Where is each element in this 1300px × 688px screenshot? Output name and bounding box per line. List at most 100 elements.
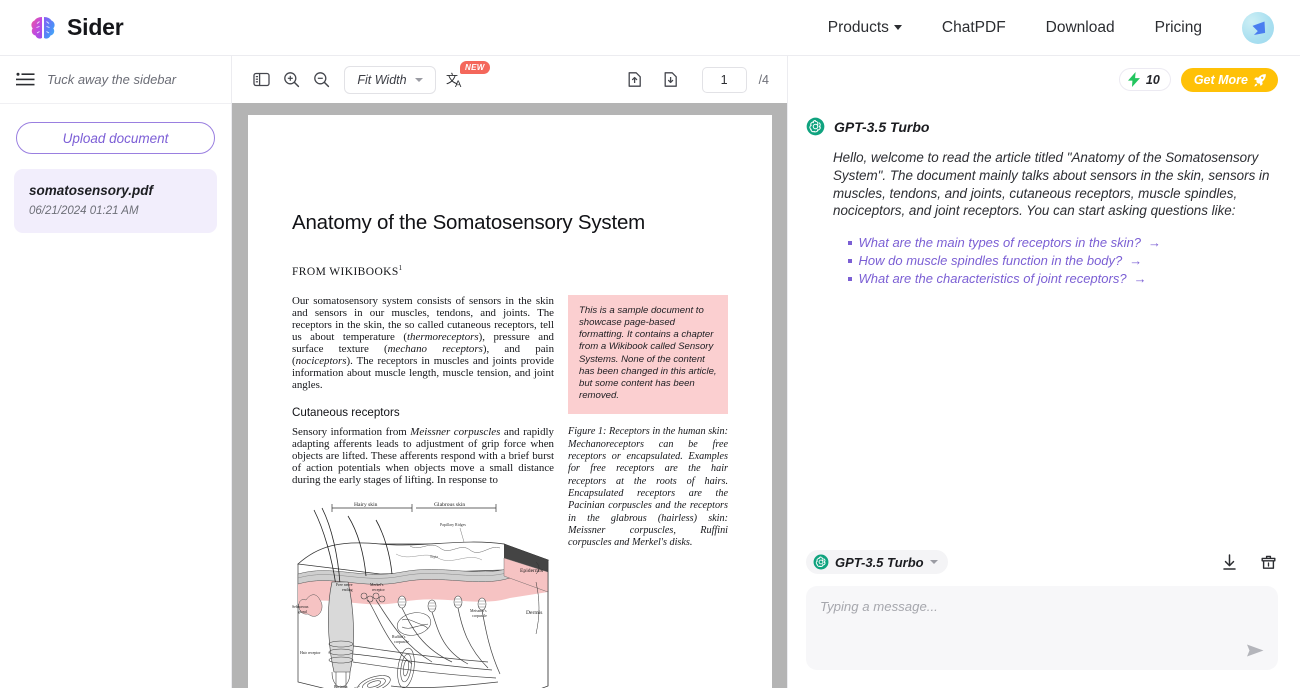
composer-top-row: GPT-3.5 Turbo	[806, 550, 1278, 574]
document-name: somatosensory.pdf	[29, 183, 154, 198]
svg-text:gland: gland	[298, 610, 307, 614]
openai-logo-icon	[813, 554, 829, 570]
message-input-placeholder: Typing a message...	[820, 599, 938, 614]
credits-badge[interactable]: 10	[1118, 68, 1171, 91]
document-source: FROM WIKIBOOKS1	[292, 264, 728, 278]
chat-top-bar: 10 Get More	[788, 56, 1300, 103]
document-title: Anatomy of the Somatosensory System	[292, 211, 646, 234]
svg-text:Merkel's: Merkel's	[370, 583, 384, 587]
message-input[interactable]: Typing a message...	[806, 586, 1278, 670]
assistant-model-name: GPT-3.5 Turbo	[834, 118, 930, 135]
skin-anatomy-figure: Hairy skin Glabrous skin Epidermis Dermi…	[292, 496, 554, 688]
avatar[interactable]	[1242, 11, 1274, 44]
page-number-input[interactable]	[701, 66, 747, 93]
toggle-thumbnails-icon[interactable]	[246, 65, 276, 95]
suggested-question-3[interactable]: What are the characteristics of joint re…	[848, 270, 1278, 288]
nav-item-products[interactable]: Products	[828, 19, 902, 37]
get-more-label: Get More	[1193, 72, 1248, 87]
assistant-message-header: GPT-3.5 Turbo	[806, 117, 1278, 136]
figure-caption: Figure 1: Receptors in the human skin: M…	[568, 426, 728, 549]
model-selector-label: GPT-3.5 Turbo	[835, 554, 924, 570]
assistant-greeting-text: Hello, welcome to read the article title…	[833, 150, 1270, 219]
document-list-item[interactable]: somatosensory.pdf 06/21/2024 01:21 AM	[14, 169, 217, 233]
brand-name: Sider	[67, 14, 124, 40]
upload-document-button[interactable]: Upload document	[16, 122, 215, 154]
document-source-label: FROM WIKIBOOKS	[292, 265, 399, 278]
nav-item-download[interactable]: Download	[1046, 19, 1115, 37]
arrow-right-icon: →	[1133, 271, 1147, 287]
suggested-question-2[interactable]: How do muscle spindles function in the b…	[848, 252, 1278, 270]
svg-text:corpuscle: corpuscle	[472, 614, 487, 618]
nav-links: Products ChatPDF Download Pricing	[828, 11, 1274, 44]
nav-item-pricing[interactable]: Pricing	[1155, 19, 1202, 37]
suggested-question-1[interactable]: What are the main types of receptors in …	[848, 234, 1278, 252]
svg-text:Hair receptor: Hair receptor	[300, 651, 321, 655]
svg-text:corpuscle: corpuscle	[394, 640, 409, 644]
svg-text:Hairy skin: Hairy skin	[354, 502, 378, 508]
credits-count: 10	[1145, 72, 1160, 87]
document-column-left: Our somatosensory system consists of sen…	[292, 295, 554, 688]
model-selector[interactable]: GPT-3.5 Turbo	[806, 550, 948, 574]
tuck-sidebar-row[interactable]: Tuck away the sidebar	[0, 56, 231, 104]
zoom-mode-select[interactable]: Fit Width	[344, 65, 436, 94]
svg-text:Epidermis: Epidermis	[520, 568, 543, 574]
document-paragraph-2: Sensory information from Meissner corpus…	[292, 425, 554, 486]
bullet-icon	[848, 277, 852, 281]
document-note-box: This is a sample document to showcase pa…	[568, 294, 728, 415]
arrow-right-icon: →	[1148, 235, 1162, 251]
svg-text:Ruffini's: Ruffini's	[392, 635, 406, 639]
nav-item-products-label: Products	[827, 18, 889, 36]
bullet-icon	[848, 241, 852, 245]
document-section-heading: Cutaneous receptors	[292, 405, 400, 419]
translate-button[interactable]: 文 A NEW	[446, 60, 490, 90]
previous-page-icon[interactable]	[620, 65, 650, 95]
new-badge: NEW	[460, 60, 490, 74]
svg-text:Dermis: Dermis	[526, 610, 542, 616]
nav-item-chatpdf[interactable]: ChatPDF	[942, 19, 1006, 37]
pdf-viewer-pane: Fit Width 文 A NEW 1 /4 Anatomy of the So…	[232, 56, 788, 688]
bullet-icon	[848, 259, 852, 263]
svg-text:receptor: receptor	[372, 588, 385, 592]
document-paragraph-1: Our somatosensory system consists of sen…	[292, 294, 555, 392]
zoom-out-icon[interactable]	[306, 65, 336, 95]
send-message-button[interactable]	[1246, 642, 1265, 659]
download-chat-icon[interactable]	[1220, 553, 1239, 572]
top-navigation-bar: Sider Products ChatPDF Download Pricing	[0, 0, 1300, 56]
svg-text:Free nerve: Free nerve	[336, 583, 353, 587]
chat-message-list: GPT-3.5 Turbo Hello, welcome to read the…	[788, 103, 1300, 550]
sidebar: Tuck away the sidebar Upload document so…	[0, 56, 232, 688]
svg-text:Sebaceous: Sebaceous	[292, 605, 309, 609]
next-page-icon[interactable]	[656, 65, 686, 95]
brand-logo[interactable]: Sider	[28, 13, 124, 43]
chat-actions	[1220, 553, 1278, 572]
document-columns: Our somatosensory system consists of sen…	[292, 294, 728, 688]
svg-text:ending: ending	[342, 588, 353, 592]
get-more-button[interactable]: Get More	[1180, 67, 1278, 92]
lightning-icon	[1127, 72, 1141, 87]
svg-text:A: A	[455, 79, 462, 90]
svg-text:Septa: Septa	[430, 555, 438, 559]
suggested-questions-list: What are the main types of receptors in …	[848, 234, 1278, 288]
suggested-question-1-label: What are the main types of receptors in …	[858, 235, 1142, 251]
document-source-footnote: 1	[398, 264, 403, 272]
arrow-right-icon: →	[1129, 253, 1143, 269]
sidebar-toggle-icon[interactable]	[16, 71, 35, 88]
sider-brain-icon	[28, 13, 58, 43]
document-date: 06/21/2024 01:21 AM	[29, 205, 139, 217]
zoom-in-icon[interactable]	[276, 65, 306, 95]
openai-logo-icon	[806, 117, 825, 136]
delete-chat-icon[interactable]	[1259, 553, 1278, 572]
tuck-sidebar-label: Tuck away the sidebar	[47, 72, 177, 87]
pdf-page-controls: /4	[620, 65, 773, 95]
pdf-page-1: Anatomy of the Somatosensory System FROM…	[248, 115, 772, 688]
pdf-scroll-area[interactable]: Anatomy of the Somatosensory System FROM…	[232, 103, 787, 688]
main-layout: Tuck away the sidebar Upload document so…	[0, 56, 1300, 688]
suggested-question-2-label: How do muscle spindles function in the b…	[858, 253, 1123, 269]
suggested-question-3-label: What are the characteristics of joint re…	[858, 271, 1127, 287]
chat-pane: 10 Get More GPT-3.5 Turbo Hello, welcome…	[788, 56, 1300, 688]
pdf-toolbar: Fit Width 文 A NEW 1 /4	[232, 56, 787, 103]
svg-text:Papillary Ridges: Papillary Ridges	[440, 523, 466, 527]
chevron-down-icon	[893, 25, 902, 30]
chat-composer-area: GPT-3.5 Turbo Typing a message...	[788, 550, 1300, 688]
chevron-down-icon	[929, 560, 938, 564]
